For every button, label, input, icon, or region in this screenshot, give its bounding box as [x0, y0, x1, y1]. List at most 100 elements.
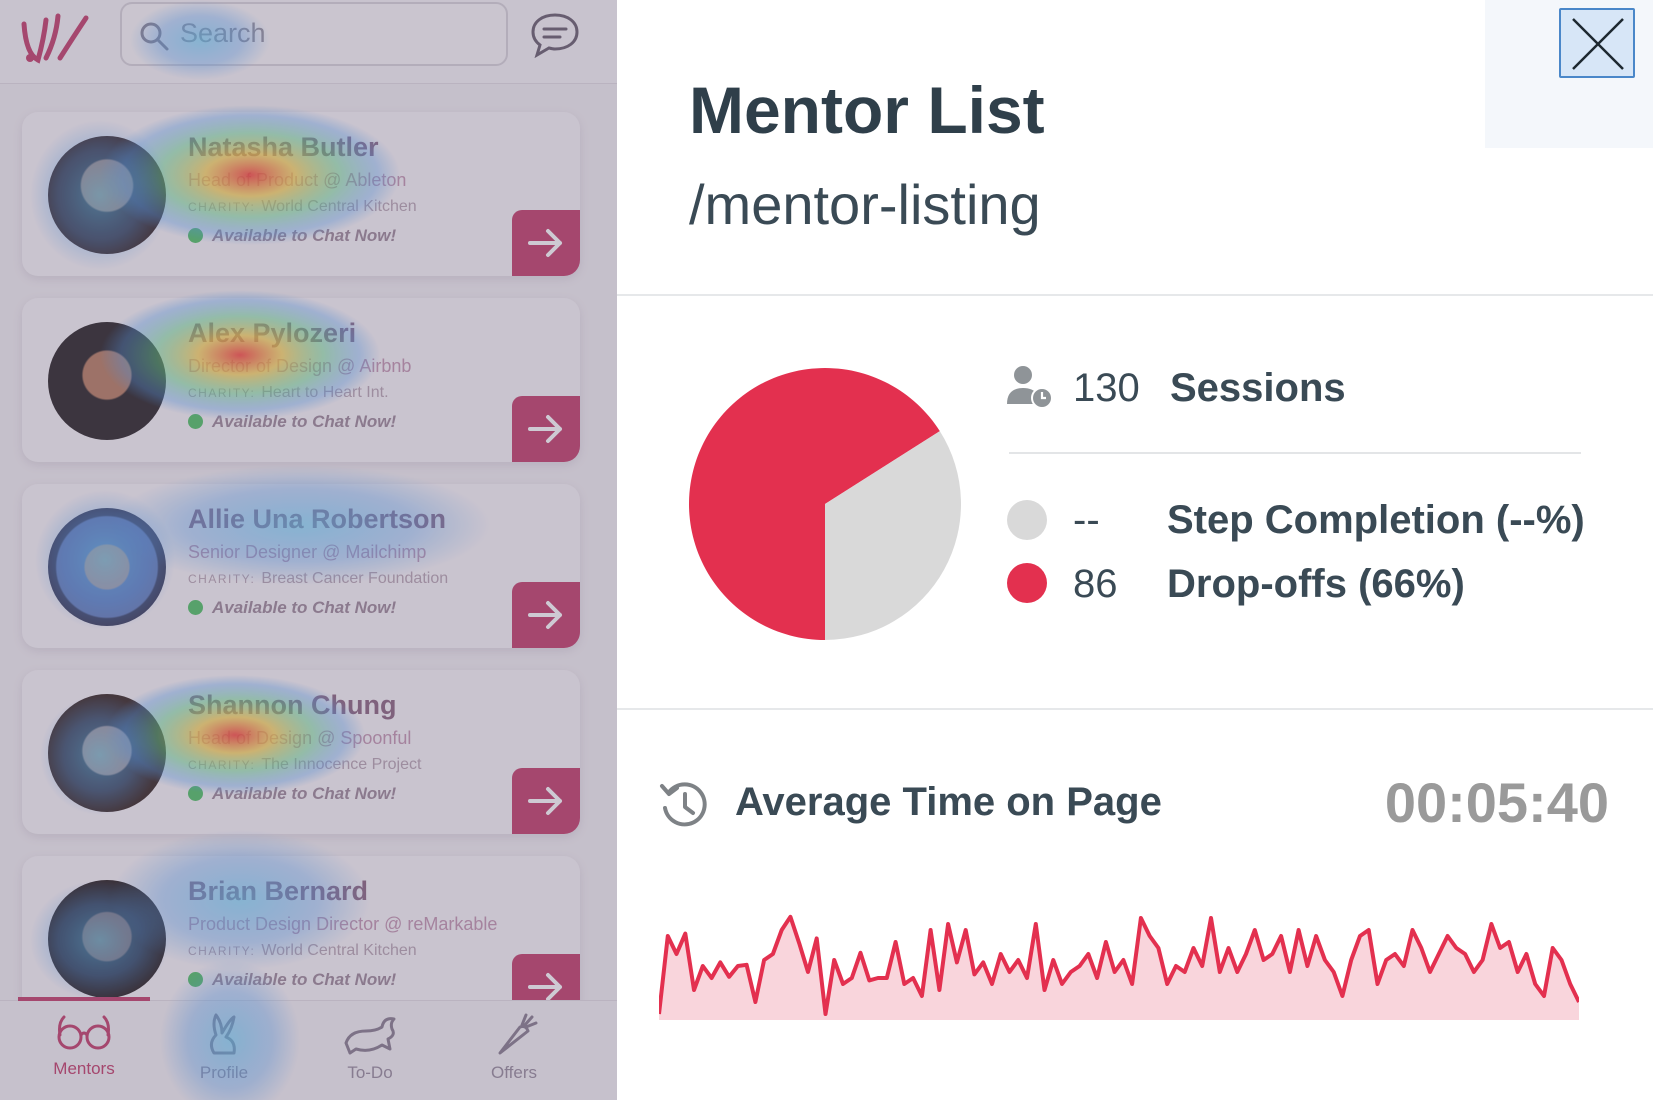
history-icon: [660, 782, 707, 827]
open-mentor-button[interactable]: [512, 210, 580, 276]
mentor-role: Head of Product @ Ableton: [188, 170, 407, 190]
user-clock-icon: [1007, 366, 1053, 409]
nav-label: Offers: [491, 1063, 537, 1082]
charity-name: Heart to Heart Int.: [261, 384, 389, 401]
close-icon: [1572, 18, 1624, 70]
avg-time-label: Average Time on Page: [735, 780, 1162, 824]
page-path: /mentor-listing: [689, 173, 1041, 236]
charity-name: The Innocence Project: [261, 756, 422, 773]
bottom-nav: Mentors Profile To-Do Offers: [0, 997, 617, 1100]
sessions-count: 130: [1073, 366, 1140, 410]
arrow-right-icon: [528, 415, 562, 443]
online-dot: [188, 228, 203, 243]
mentor-role: Product Design Director @ reMarkable: [188, 914, 498, 934]
nav-profile[interactable]: Profile: [164, 1013, 284, 1099]
mentor-avatar: [48, 880, 166, 998]
online-dot: [188, 786, 203, 801]
analytics-panel: Mentor List /mentor-listing 130 Sessions…: [617, 0, 1653, 1100]
page-title: Mentor List: [689, 73, 1045, 147]
rabbit-running-icon: [344, 1017, 396, 1055]
mentor-status: Available to Chat Now!: [188, 226, 396, 246]
legend-swatch-dropoffs: [1007, 563, 1047, 603]
legend-swatch-completion: [1007, 500, 1047, 540]
mentor-charity: CHARITY: Breast Cancer Foundation: [188, 570, 448, 588]
mentor-name: Brian Bernard: [188, 876, 369, 906]
mentor-card[interactable]: Alex Pylozeri Director of Design @ Airbn…: [22, 298, 580, 462]
active-tab-indicator: [18, 997, 150, 1001]
mentor-role: Senior Designer @ Mailchimp: [188, 542, 427, 562]
completion-label: Step Completion (--%): [1167, 498, 1585, 542]
charity-label: CHARITY:: [188, 944, 256, 958]
charity-label: CHARITY:: [188, 200, 256, 214]
online-dot: [188, 972, 203, 987]
avg-time-value: 00:05:40: [1384, 771, 1609, 834]
chat-icon[interactable]: [528, 10, 582, 58]
mentor-avatar: [48, 322, 166, 440]
app-logo: [21, 13, 89, 64]
status-text: Available to Chat Now!: [212, 412, 397, 431]
open-mentor-button[interactable]: [512, 396, 580, 462]
nav-label: Mentors: [53, 1059, 115, 1078]
dropoffs-count: 86: [1073, 562, 1118, 606]
stats-divider: [1009, 452, 1581, 454]
carrot-icon: [498, 1013, 538, 1055]
mentor-charity: CHARITY: Heart to Heart Int.: [188, 384, 389, 402]
mentor-charity: CHARITY: World Central Kitchen: [188, 942, 417, 960]
status-text: Available to Chat Now!: [212, 970, 397, 989]
sessions-label: Sessions: [1170, 366, 1346, 410]
status-text: Available to Chat Now!: [212, 226, 397, 245]
mentor-avatar: [48, 136, 166, 254]
mentor-card[interactable]: Natasha Butler Head of Product @ Ableton…: [22, 112, 580, 276]
search-icon: [140, 22, 169, 51]
mentor-card[interactable]: Brian Bernard Product Design Director @ …: [22, 856, 580, 1020]
open-mentor-button[interactable]: [512, 582, 580, 648]
mentor-charity: CHARITY: The Innocence Project: [188, 756, 421, 774]
time-on-page-sparkline: [659, 914, 1579, 1020]
completion-count: --: [1073, 498, 1100, 542]
mentor-card[interactable]: Shannon Chung Head of Design @ Spoonful …: [22, 670, 580, 834]
mentor-name: Allie Una Robertson: [188, 504, 447, 534]
nav-label: To-Do: [347, 1063, 393, 1082]
mentor-status: Available to Chat Now!: [188, 412, 396, 432]
charity-name: World Central Kitchen: [261, 942, 417, 959]
mentor-status: Available to Chat Now!: [188, 598, 396, 618]
mentor-avatar: [48, 508, 166, 626]
arrow-right-icon: [528, 229, 562, 257]
charity-name: Breast Cancer Foundation: [261, 570, 449, 587]
nav-mentors[interactable]: Mentors: [24, 1013, 144, 1099]
status-text: Available to Chat Now!: [212, 598, 397, 617]
mentor-role: Head of Design @ Spoonful: [188, 728, 412, 748]
mentor-charity: CHARITY: World Central Kitchen: [188, 198, 417, 216]
section-divider: [617, 294, 1653, 296]
screen: Search Natasha Butler Head of Product @ …: [0, 0, 1653, 1100]
online-dot: [188, 600, 203, 615]
search-box[interactable]: Search: [120, 2, 508, 66]
mentor-name: Natasha Butler: [188, 132, 379, 162]
charity-label: CHARITY:: [188, 572, 256, 586]
nav-todo[interactable]: To-Do: [310, 1013, 430, 1099]
nav-offers[interactable]: Offers: [454, 1013, 574, 1099]
glasses-icon: [57, 1015, 111, 1050]
dropoff-pie-chart: [689, 368, 961, 640]
charity-name: World Central Kitchen: [261, 198, 417, 215]
charity-label: CHARITY:: [188, 386, 256, 400]
mentor-name: Shannon Chung: [188, 690, 397, 720]
rabbit-sitting-icon: [209, 1013, 236, 1055]
mentor-name: Alex Pylozeri: [188, 318, 357, 348]
nav-label: Profile: [199, 1063, 249, 1082]
arrow-right-icon: [528, 601, 562, 629]
status-text: Available to Chat Now!: [212, 784, 397, 803]
mentor-status: Available to Chat Now!: [188, 784, 396, 804]
mentor-app: Search Natasha Butler Head of Product @ …: [0, 0, 617, 1100]
mentor-status: Available to Chat Now!: [188, 970, 396, 990]
mentor-card[interactable]: Allie Una Robertson Senior Designer @ Ma…: [22, 484, 580, 648]
mentor-role: Director of Design @ Airbnb: [188, 356, 412, 376]
mentor-avatar: [48, 694, 166, 812]
app-header: Search: [0, 0, 617, 84]
arrow-right-icon: [528, 787, 562, 815]
section-divider: [617, 708, 1653, 710]
search-input[interactable]: Search: [180, 18, 266, 49]
charity-label: CHARITY:: [188, 758, 256, 772]
open-mentor-button[interactable]: [512, 768, 580, 834]
close-button[interactable]: [1559, 8, 1635, 78]
